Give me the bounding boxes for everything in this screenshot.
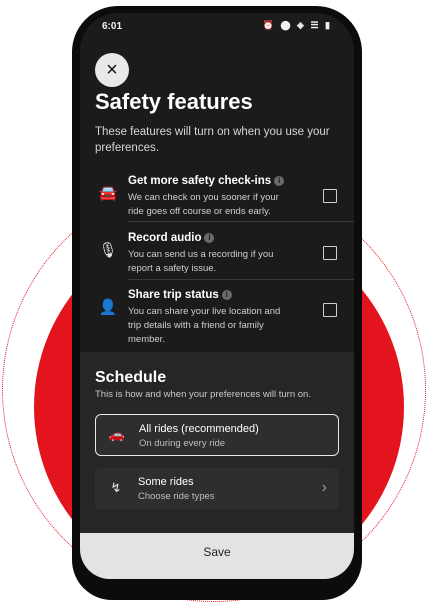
feature-title: Share trip status i (128, 289, 232, 301)
feature-checkbox[interactable] (323, 189, 337, 203)
route-icon: ↯ (110, 480, 122, 495)
microphone-icon: 🎙 (98, 242, 118, 259)
page-title: Safety features (95, 89, 253, 114)
option-title: Some rides (138, 476, 194, 488)
feature-checkbox[interactable] (323, 246, 337, 260)
option-all-rides[interactable]: 🚗 All rides (recommended) On during ever… (95, 414, 339, 456)
intro-text: These features will turn on when you use… (95, 126, 330, 154)
share-person-icon: 👤 (98, 299, 118, 316)
option-some-rides[interactable]: ↯ Some rides Choose ride types › (95, 468, 339, 510)
option-description: On during every ride (139, 438, 226, 449)
phone-screen: 6:01 ⏰ ⬤ ◈ ☰ ▮ × Safety features These f… (80, 13, 354, 579)
feature-description: You can share your live location and tri… (128, 306, 281, 345)
feature-description: You can send us a recording if you repor… (128, 249, 274, 274)
feature-title: Record audio i (128, 232, 215, 244)
status-bar: 6:01 ⏰ ⬤ ◈ ☰ ▮ (80, 17, 354, 37)
info-icon[interactable]: i (221, 290, 232, 300)
feature-checkbox[interactable] (323, 303, 337, 317)
status-time: 6:01 (102, 21, 123, 32)
feature-title: Get more safety check-ins i (128, 175, 285, 187)
divider (128, 279, 354, 280)
feature-share-trip-status[interactable]: 👤 Share trip status i You can share your … (95, 289, 354, 347)
info-icon[interactable]: i (274, 176, 285, 186)
option-title: All rides (recommended) (139, 423, 259, 435)
option-description: Choose ride types (138, 491, 215, 502)
feature-description: We can check on you sooner if your ride … (128, 192, 279, 217)
divider (128, 221, 354, 222)
schedule-title: Schedule (95, 369, 167, 386)
chevron-right-icon: › (321, 479, 327, 496)
close-button[interactable]: × (95, 53, 129, 87)
info-icon[interactable]: i (204, 233, 215, 243)
status-icons: ⏰ ⬤ ◈ ☰ ▮ (262, 20, 332, 30)
feature-record-audio[interactable]: 🎙 Record audio i You can send us a record… (95, 232, 354, 290)
close-icon: × (106, 59, 118, 81)
feature-safety-check-ins[interactable]: 🚘 Get more safety check-ins i We can chec… (95, 175, 354, 233)
save-button[interactable]: Save (80, 533, 354, 579)
car-icon: 🚗 (108, 427, 126, 442)
phone-frame: 6:01 ⏰ ⬤ ◈ ☰ ▮ × Safety features These f… (72, 6, 362, 600)
car-check-icon: 🚘 (98, 185, 118, 202)
schedule-subtitle: This is how and when your preferences wi… (95, 389, 311, 400)
